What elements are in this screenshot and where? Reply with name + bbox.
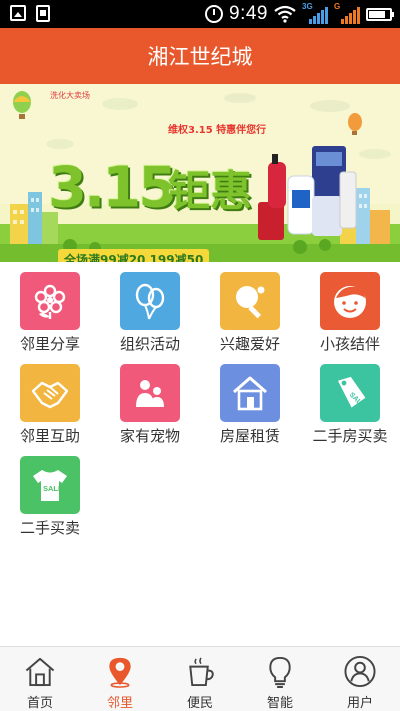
location-pin-icon [109,657,131,688]
grid-item-label: 组织活动 [119,335,180,353]
grid-item-label: 二手房买卖 [312,427,388,445]
grid-item-label: 邻里分享 [19,335,80,353]
image-icon [10,5,26,21]
network-label-2: G [334,2,341,11]
grid-item-neighbor-help[interactable]: 邻里互助 [0,354,100,446]
grid-item-hobbies[interactable]: 兴趣爱好 [200,262,300,354]
grid-item-label: 小孩结伴 [319,335,380,353]
grid-item-second-hand-housing[interactable]: SALE 二手房买卖 [300,354,400,446]
child-face-icon [320,272,380,330]
wifi-icon [274,5,296,23]
grid-item-label: 兴趣爱好 [219,335,280,353]
document-icon [36,5,50,22]
grid-item-label: 邻里互助 [19,427,80,445]
banner-big-word: 钜惠 [168,166,253,216]
grid-item-label: 二手买卖 [19,519,80,537]
promo-banner[interactable]: 洗化大卖场 维权3.15 特惠伴您行 3.15 钜惠 全场满99减20 199减… [0,84,400,262]
nav-label-user: 用户 [346,696,373,711]
app-header: 湘江世纪城 [0,28,400,84]
handshake-icon [20,364,80,422]
banner-big-number: 3.15 [48,155,177,221]
app-screen: 9:49 3G G 湘江世纪城 洗化大卖场 维权3.15 特惠伴您行 3.15 … [0,0,400,711]
banner-tag: 洗化大卖场 [50,91,90,100]
nav-item-neighbors[interactable]: 邻里 [80,647,160,711]
house-icon [220,364,280,422]
nav-label-smart: 智能 [266,696,293,711]
grid-item-house-rental[interactable]: 房屋租赁 [200,354,300,446]
bottom-nav: 首页 邻里 便民 智能 用户 [0,646,400,711]
nav-label-home: 首页 [26,696,53,711]
alarm-icon [205,5,224,23]
grid-item-kids-companion[interactable]: 小孩结伴 [300,262,400,354]
product-bottles [258,146,357,240]
grid-item-neighbor-share[interactable]: 邻里分享 [0,262,100,354]
banner-deal: 全场满99减20 199减50 [58,249,210,262]
user-icon [344,655,376,688]
balloon-icon [120,272,180,330]
svg-text:SALE: SALE [43,484,63,493]
grid-item-label: 房屋租赁 [219,427,280,445]
nav-item-smart[interactable]: 智能 [240,647,320,711]
battery-icon [366,7,394,21]
banner-caption: 维权3.15 特惠伴您行 [168,125,267,136]
signal-icon: 3G [302,2,328,24]
lightbulb-icon [269,656,291,688]
signal-icon-2: G [334,2,360,24]
status-bar: 9:49 3G G [0,0,400,28]
nav-label-neighbors: 邻里 [106,696,133,711]
nav-item-user[interactable]: 用户 [320,647,400,711]
grid-item-organize-activity[interactable]: 组织活动 [100,262,200,354]
coffee-cup-icon [189,657,214,687]
pet-icon [120,364,180,422]
grid-item-second-hand-trade[interactable]: SALE 二手买卖 [0,446,100,538]
ping-pong-icon [220,272,280,330]
page-title: 湘江世纪城 [147,45,253,69]
home-icon [25,657,55,687]
flower-icon [20,272,80,330]
tshirt-icon: SALE [20,456,80,514]
grid-item-label: 家有宠物 [119,427,180,445]
nav-label-services: 便民 [186,696,213,711]
status-time: 9:49 [229,3,268,24]
nav-item-home[interactable]: 首页 [0,647,80,711]
nav-item-services[interactable]: 便民 [160,647,240,711]
grid-item-pets[interactable]: 家有宠物 [100,354,200,446]
sale-tag-icon: SALE [320,364,380,422]
